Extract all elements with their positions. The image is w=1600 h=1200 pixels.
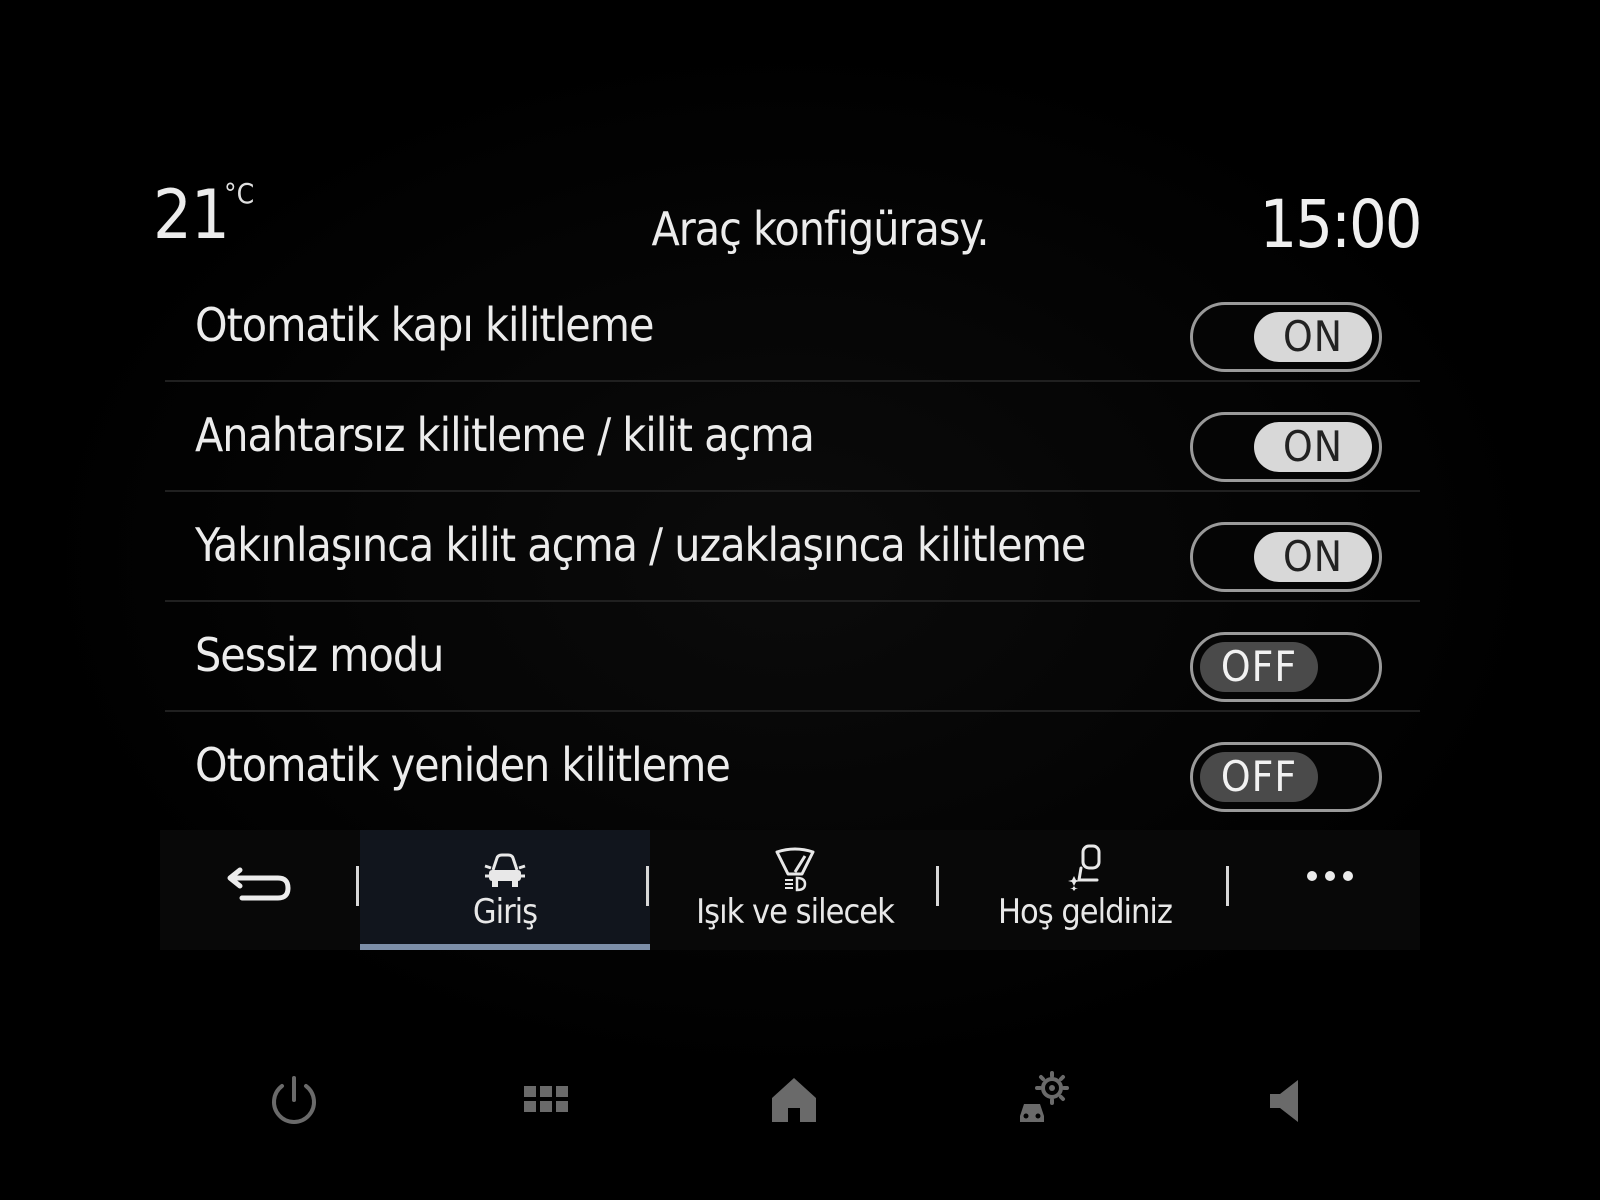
tab-light-wiper[interactable]: Işık ve silecek xyxy=(650,830,940,950)
tab-separator xyxy=(1226,866,1229,906)
setting-row-auto-door-lock[interactable]: Otomatik kapı kilitleme ON xyxy=(165,270,1420,382)
welcome-seat-icon xyxy=(1068,844,1101,891)
toggle-state: OFF xyxy=(1200,642,1318,692)
tab-label: Hoş geldiniz xyxy=(998,892,1173,932)
toggle-state: ON xyxy=(1254,532,1372,582)
more-button[interactable] xyxy=(1260,830,1400,950)
tab-welcome[interactable]: Hoş geldiniz xyxy=(940,830,1230,950)
more-dots-icon xyxy=(1307,871,1353,881)
toggle-switch[interactable]: ON xyxy=(1190,412,1382,482)
tab-giris[interactable]: Giriş xyxy=(360,830,650,950)
tab-label: Işık ve silecek xyxy=(696,892,895,932)
power-icon[interactable] xyxy=(264,1070,324,1130)
toggle-state: OFF xyxy=(1200,752,1318,802)
light-wiper-icon xyxy=(775,847,815,892)
tab-bar: Giriş Işık ve silecek Hoş geldiniz xyxy=(160,830,1420,950)
toggle-switch[interactable]: ON xyxy=(1190,302,1382,372)
outside-temperature: 21 xyxy=(153,176,230,255)
setting-label: Otomatik kapı kilitleme xyxy=(195,298,654,352)
toggle-switch[interactable]: OFF xyxy=(1190,742,1382,812)
toggle-switch[interactable]: ON xyxy=(1190,522,1382,592)
car-front-icon xyxy=(484,853,526,887)
setting-label: Sessiz modu xyxy=(195,628,444,682)
tab-label: Giriş xyxy=(472,892,538,932)
setting-label: Otomatik yeniden kilitleme xyxy=(195,738,731,792)
apps-grid-icon[interactable] xyxy=(516,1070,576,1130)
temperature-unit: °C xyxy=(224,177,255,210)
volume-icon[interactable] xyxy=(1262,1070,1322,1130)
toggle-switch[interactable]: OFF xyxy=(1190,632,1382,702)
tab-separator xyxy=(646,866,649,906)
setting-row-silent-mode[interactable]: Sessiz modu OFF xyxy=(165,600,1420,712)
back-button[interactable] xyxy=(200,830,320,950)
tab-separator xyxy=(356,866,359,906)
setting-label: Anahtarsız kilitleme / kilit açma xyxy=(195,408,815,462)
setting-row-keyless-lock[interactable]: Anahtarsız kilitleme / kilit açma ON xyxy=(165,380,1420,492)
car-settings-icon[interactable] xyxy=(1014,1070,1074,1130)
setting-row-auto-relock[interactable]: Otomatik yeniden kilitleme OFF xyxy=(165,710,1420,820)
back-arrow-icon xyxy=(227,867,291,901)
clock: 15:00 xyxy=(1259,186,1422,263)
home-icon[interactable] xyxy=(764,1070,824,1130)
screen: 21 °C Araç konfigürasy. 15:00 Otomatik k… xyxy=(0,0,1600,1200)
page-title: Araç konfigürasy. xyxy=(651,202,990,256)
toggle-state: ON xyxy=(1254,422,1372,472)
setting-label: Yakınlaşınca kilit açma / uzaklaşınca ki… xyxy=(195,518,1086,572)
setting-row-walk-away-lock[interactable]: Yakınlaşınca kilit açma / uzaklaşınca ki… xyxy=(165,490,1420,602)
tab-separator xyxy=(936,866,939,906)
toggle-state: ON xyxy=(1254,312,1372,362)
